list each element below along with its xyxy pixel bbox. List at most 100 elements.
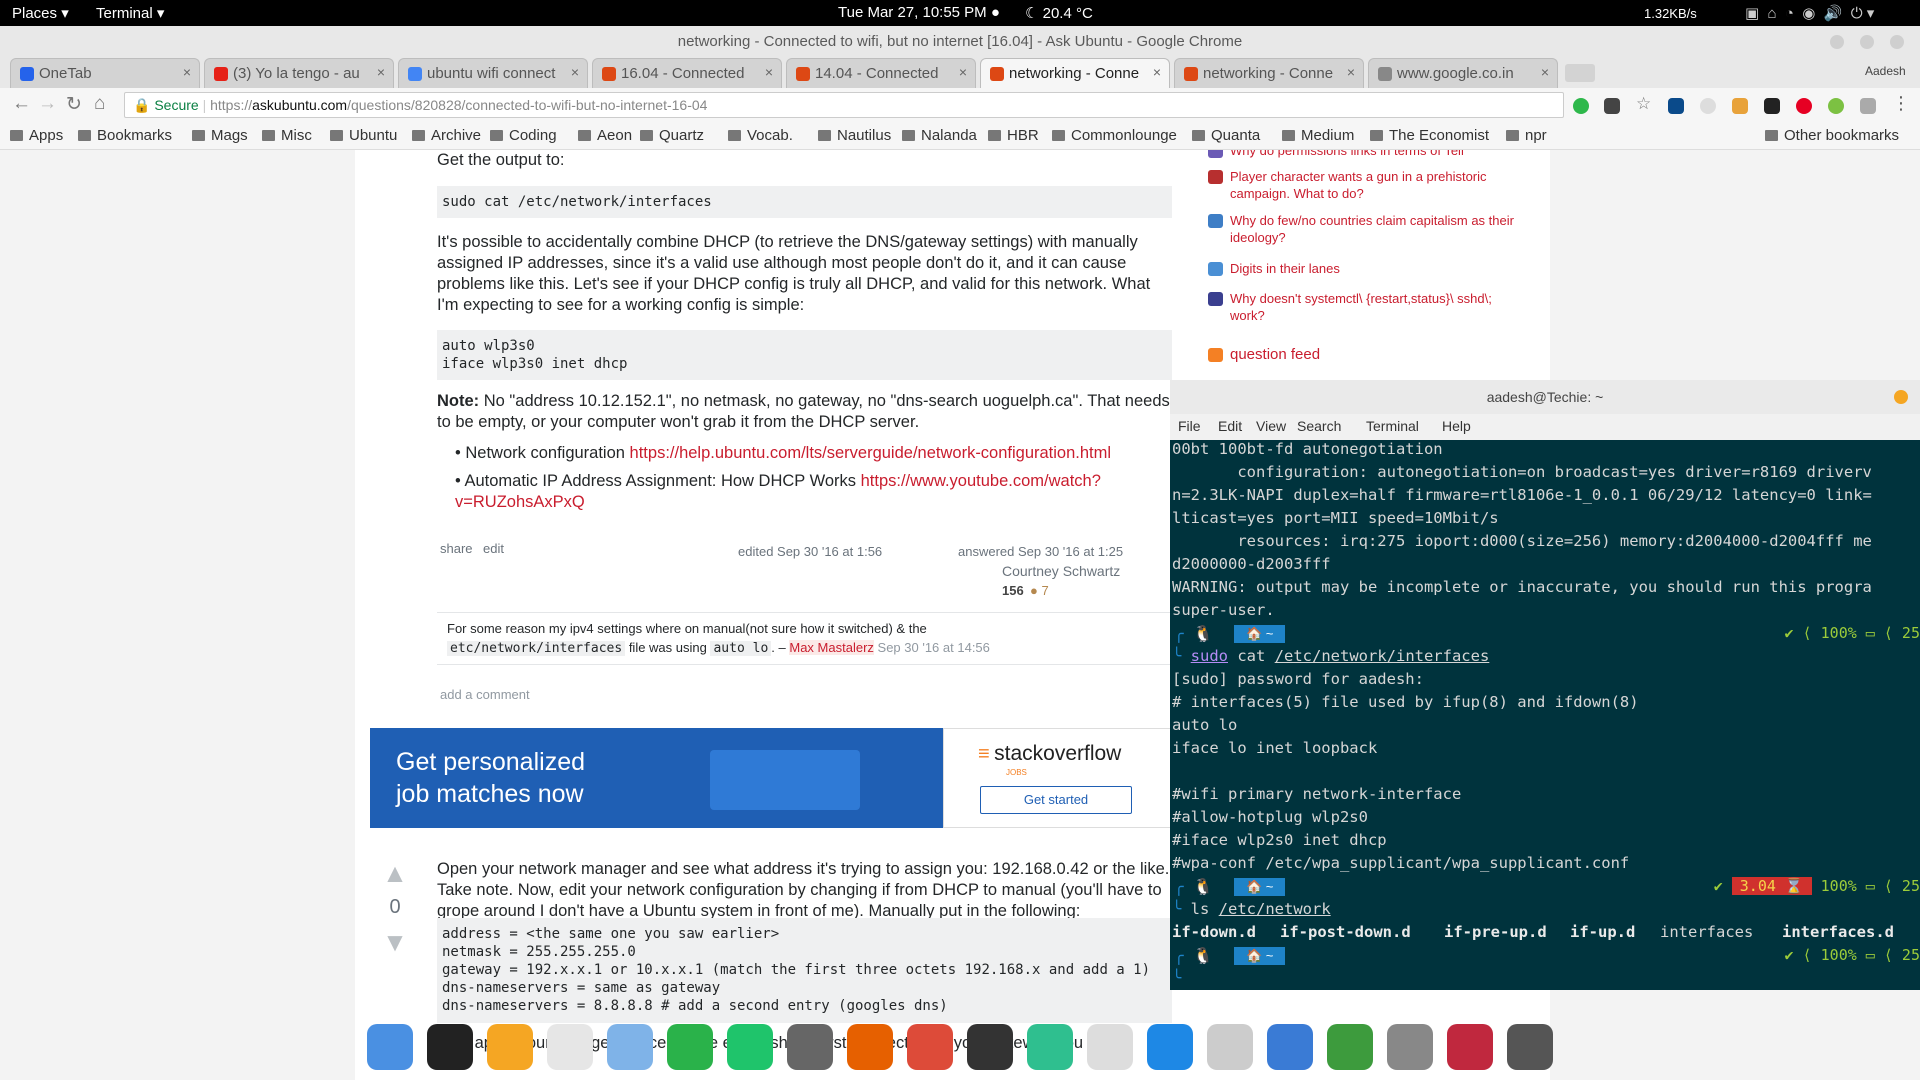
tab[interactable]: www.google.co.in × xyxy=(1368,58,1558,88)
bookmark-item[interactable]: Commonlounge xyxy=(1052,127,1177,144)
terminal-close-button[interactable] xyxy=(1894,390,1908,404)
new-tab-button[interactable] xyxy=(1565,64,1595,82)
reload-icon[interactable]: ↻ xyxy=(66,93,82,116)
places-menu[interactable]: Places ▾ xyxy=(12,4,69,22)
tab-close-icon[interactable]: × xyxy=(1153,64,1161,80)
tab[interactable]: 16.04 - Connected × xyxy=(592,58,782,88)
author-link[interactable]: Courtney Schwartz xyxy=(1002,563,1120,579)
tux-icon[interactable] xyxy=(547,1024,593,1070)
sidebar-question-link[interactable]: Why do permissions links in terms of Tel… xyxy=(1208,150,1530,159)
profile-name[interactable]: Aadesh xyxy=(1865,64,1906,78)
system-tray-icons[interactable]: ▣ ⌂ ◔ ◉ 🔊 ⏻ ▾ xyxy=(1745,4,1874,22)
minimize-button[interactable] xyxy=(1830,35,1844,49)
tab-close-icon[interactable]: × xyxy=(1541,64,1549,80)
mail-icon[interactable] xyxy=(607,1024,653,1070)
get-started-button[interactable]: Get started xyxy=(980,786,1132,814)
terminal-menu-item[interactable]: File xyxy=(1178,418,1201,434)
bookmark-item[interactable]: Quartz xyxy=(640,127,704,144)
edited-link[interactable]: edited Sep 30 '16 at 1:56 xyxy=(738,544,882,559)
network-config-link[interactable]: https://help.ubuntu.com/lts/serverguide/… xyxy=(630,444,1112,462)
tab-close-icon[interactable]: × xyxy=(959,64,967,80)
tab[interactable]: networking - Conne × xyxy=(980,58,1170,88)
terminal-menu-item[interactable]: Terminal xyxy=(1366,418,1419,434)
question-feed-link[interactable]: question feed xyxy=(1208,346,1320,363)
pinterest-icon[interactable] xyxy=(1796,98,1812,114)
vimium-icon[interactable] xyxy=(1668,98,1684,114)
sidebar-question-link[interactable]: Player character wants a gun in a prehis… xyxy=(1208,168,1530,202)
rss-extension-icon[interactable] xyxy=(1732,98,1748,114)
other-bookmarks[interactable]: Other bookmarks xyxy=(1765,127,1899,144)
bookmark-item[interactable]: Archive xyxy=(412,127,481,144)
firefox-icon[interactable] xyxy=(847,1024,893,1070)
dark-extension-icon[interactable] xyxy=(1764,98,1780,114)
comment-user-link[interactable]: Max Mastalerz xyxy=(789,640,874,655)
net-speed[interactable]: 1.32KB/s xyxy=(1644,6,1697,21)
orange-icon[interactable] xyxy=(487,1024,533,1070)
bookmark-item[interactable]: Quanta xyxy=(1192,127,1260,144)
forward-icon[interactable]: → xyxy=(38,93,57,115)
terminal-menu-item[interactable]: Edit xyxy=(1218,418,1242,434)
upload-icon[interactable] xyxy=(727,1024,773,1070)
sidebar-question-link[interactable]: Digits in their lanes xyxy=(1208,260,1530,277)
tab-close-icon[interactable]: × xyxy=(183,64,191,80)
pocket-icon[interactable] xyxy=(1604,98,1620,114)
add-comment-link[interactable]: add a comment xyxy=(440,687,530,702)
scissors-icon[interactable] xyxy=(1387,1024,1433,1070)
sidebar-question-link[interactable]: Why doesn't systemctl\ {restart,status}\… xyxy=(1208,290,1530,324)
upvote-icon[interactable]: ▲ xyxy=(377,860,413,886)
settings-icon[interactable] xyxy=(787,1024,833,1070)
reader-extension-icon[interactable] xyxy=(1860,98,1876,114)
tab[interactable]: networking - Conne × xyxy=(1174,58,1364,88)
bookmark-item[interactable]: Mags xyxy=(192,127,248,144)
downvote-icon[interactable]: ▼ xyxy=(377,929,413,955)
appstore-icon[interactable] xyxy=(1087,1024,1133,1070)
gear-icon[interactable] xyxy=(1507,1024,1553,1070)
terminal-icon[interactable] xyxy=(427,1024,473,1070)
app-menu[interactable]: Terminal ▾ xyxy=(96,4,164,22)
ball-icon[interactable] xyxy=(1327,1024,1373,1070)
extension-icon[interactable] xyxy=(1700,98,1716,114)
tab-close-icon[interactable]: × xyxy=(1347,64,1355,80)
tab[interactable]: 14.04 - Connected × xyxy=(786,58,976,88)
bookmark-item[interactable]: Ubuntu xyxy=(330,127,397,144)
tab[interactable]: (3) Yo la tengo - au × xyxy=(204,58,394,88)
bookmark-item[interactable]: The Economist xyxy=(1370,127,1489,144)
bookmark-item[interactable]: Coding xyxy=(490,127,557,144)
terminal-window[interactable]: aadesh@Techie: ~ File Edit View Search Termi… xyxy=(1170,380,1920,990)
finder-icon[interactable] xyxy=(367,1024,413,1070)
tab-close-icon[interactable]: × xyxy=(571,64,579,80)
home-icon[interactable]: ⌂ xyxy=(94,93,105,115)
address-bar[interactable]: 🔒 Secure | https://askubuntu.com/questio… xyxy=(124,92,1564,118)
tab[interactable]: OneTab × xyxy=(10,58,200,88)
trash-icon[interactable] xyxy=(1207,1024,1253,1070)
back-icon[interactable]: ← xyxy=(12,93,31,115)
close-window-button[interactable] xyxy=(1890,35,1904,49)
terminal-menu-item[interactable]: View xyxy=(1256,418,1286,434)
clock[interactable]: Tue Mar 27, 10:55 PM ● xyxy=(838,4,1000,21)
bookmark-item[interactable]: Apps xyxy=(10,127,63,144)
download-icon[interactable] xyxy=(1147,1024,1193,1070)
weather[interactable]: ☾ 20.4 °C xyxy=(1025,4,1093,22)
bookmark-item[interactable]: npr xyxy=(1506,127,1547,144)
menu-icon[interactable]: ⋮ xyxy=(1892,93,1910,113)
terminal-menu-item[interactable]: Search xyxy=(1297,418,1341,434)
terminal-output[interactable]: 00bt 100bt-fd autonegotiation configurat… xyxy=(1170,440,1920,990)
tab-close-icon[interactable]: × xyxy=(377,64,385,80)
chrome-icon[interactable] xyxy=(907,1024,953,1070)
grammarly-icon[interactable] xyxy=(1573,98,1589,114)
atom-icon[interactable] xyxy=(1027,1024,1073,1070)
screen-icon[interactable] xyxy=(1267,1024,1313,1070)
bookmark-item[interactable]: Aeon xyxy=(578,127,632,144)
edit-link[interactable]: edit xyxy=(483,541,504,556)
tab[interactable]: ubuntu wifi connect × xyxy=(398,58,588,88)
window-icon[interactable] xyxy=(967,1024,1013,1070)
bookmark-item[interactable]: Bookmarks xyxy=(78,127,172,144)
cloud-icon[interactable] xyxy=(667,1024,713,1070)
bookmark-item[interactable]: Medium xyxy=(1282,127,1354,144)
bookmark-item[interactable]: Nautilus xyxy=(818,127,891,144)
colorful-extension-icon[interactable] xyxy=(1828,98,1844,114)
bookmark-item[interactable]: Nalanda xyxy=(902,127,977,144)
bookmark-item[interactable]: Vocab. xyxy=(728,127,793,144)
sidebar-question-link[interactable]: Why do few/no countries claim capitalism… xyxy=(1208,212,1530,246)
share-link[interactable]: share xyxy=(440,541,473,556)
